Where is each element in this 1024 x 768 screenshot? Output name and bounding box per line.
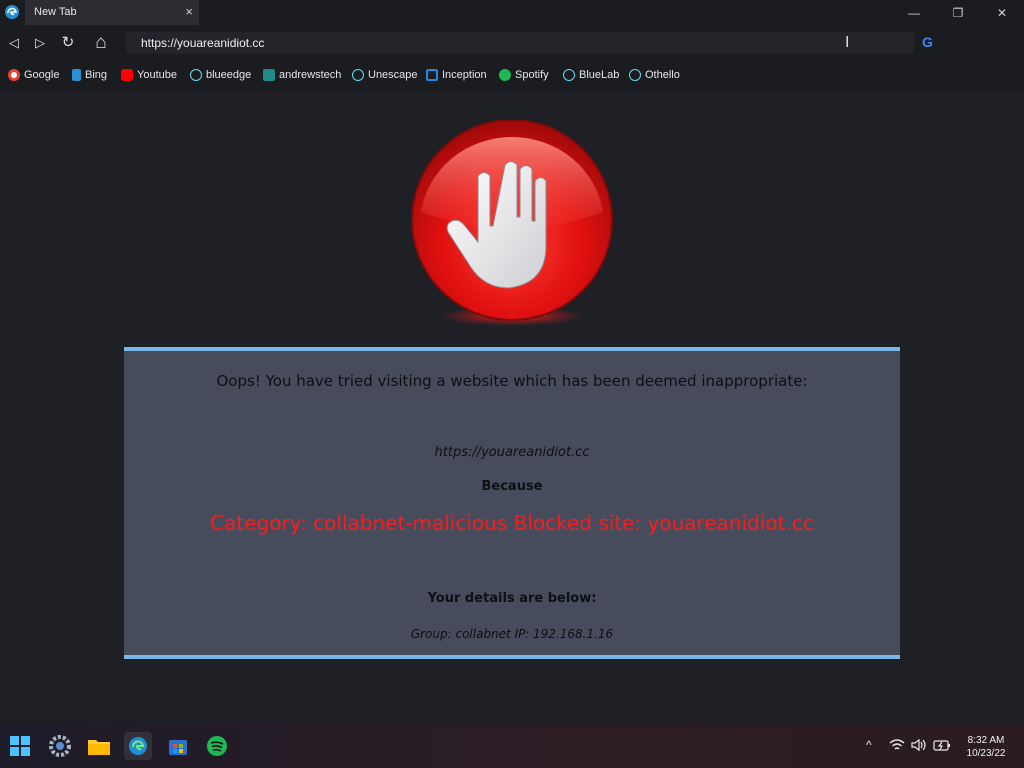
stop-hand-icon: [411, 120, 613, 326]
block-page: Oops! You have tried visiting a website …: [0, 90, 1024, 724]
because-label: Because: [481, 479, 543, 494]
react-icon: [563, 69, 575, 81]
user-details: Group: collabnet IP: 192.168.1.16: [410, 627, 614, 641]
bookmark-othello[interactable]: Othello: [629, 68, 680, 82]
google-search-icon[interactable]: G: [922, 35, 937, 50]
taskbar: ^ 8:32 AM 10/23/22: [0, 724, 1024, 768]
google-icon: [8, 69, 20, 81]
forward-button[interactable]: ▷: [30, 33, 50, 53]
block-heading: Oops! You have tried visiting a website …: [216, 372, 808, 390]
youtube-icon: [121, 69, 133, 81]
bookmark-bing[interactable]: Bing: [72, 68, 107, 82]
address-bar[interactable]: https://youareanidiot.cc I: [126, 32, 914, 54]
battery-icon[interactable]: [933, 738, 951, 752]
bookmark-unescape[interactable]: Unescape: [352, 68, 418, 82]
block-message-panel: Oops! You have tried visiting a website …: [124, 347, 900, 659]
navigation-bar: ◁ ▷ ↻ ⌂ https://youareanidiot.cc I G: [0, 26, 1024, 60]
tab-strip: New Tab × — ❐ ✕: [0, 0, 1024, 26]
bookmark-google[interactable]: Google: [8, 68, 59, 82]
bing-icon: [72, 69, 81, 81]
back-button[interactable]: ◁: [4, 33, 24, 53]
show-hidden-icons-button[interactable]: ^: [866, 738, 872, 752]
start-icon[interactable]: [6, 732, 34, 760]
block-category: Category: collabnet-malicious Blocked si…: [210, 511, 814, 535]
tab-title: New Tab: [34, 6, 77, 18]
home-button[interactable]: ⌂: [91, 33, 111, 53]
restore-button[interactable]: ❐: [936, 0, 980, 26]
bookmark-bluelab[interactable]: BlueLab: [563, 68, 619, 82]
bookmarks-bar: Google Bing Youtube blueedge andrewstech…: [0, 60, 1024, 90]
close-window-button[interactable]: ✕: [980, 0, 1024, 26]
spotify-icon[interactable]: [203, 732, 231, 760]
terminal-icon: [263, 69, 275, 81]
react-icon: [352, 69, 364, 81]
store-icon[interactable]: [164, 732, 192, 760]
volume-icon[interactable]: [911, 738, 927, 752]
edge-browser-icon: [5, 5, 19, 19]
minimize-button[interactable]: —: [892, 0, 936, 26]
bookmark-blueedge[interactable]: blueedge: [190, 68, 251, 82]
spotify-icon: [499, 69, 511, 81]
inception-icon: [426, 69, 438, 81]
blocked-url: https://youareanidiot.cc: [434, 445, 590, 460]
wifi-icon[interactable]: [889, 738, 905, 752]
settings-icon[interactable]: [46, 732, 74, 760]
file-explorer-icon[interactable]: [85, 732, 113, 760]
system-clock[interactable]: 8:32 AM 10/23/22: [955, 734, 1017, 760]
bookmark-andrewstech[interactable]: andrewstech: [263, 68, 341, 82]
reload-button[interactable]: ↻: [58, 33, 78, 53]
tab-new-tab[interactable]: New Tab ×: [25, 0, 199, 25]
bookmark-youtube[interactable]: Youtube: [121, 68, 177, 82]
url-text: https://youareanidiot.cc: [141, 36, 265, 50]
details-heading: Your details are below:: [427, 591, 597, 606]
bookmark-spotify[interactable]: Spotify: [499, 68, 549, 82]
react-icon: [629, 69, 641, 81]
bookmark-inception[interactable]: Inception: [426, 68, 487, 82]
text-cursor-icon: I: [845, 33, 850, 51]
clock-date: 10/23/22: [966, 748, 1006, 759]
react-icon: [190, 69, 202, 81]
tab-close-icon[interactable]: ×: [185, 4, 193, 19]
clock-time: 8:32 AM: [967, 735, 1005, 746]
edge-browser-icon[interactable]: [124, 732, 152, 760]
